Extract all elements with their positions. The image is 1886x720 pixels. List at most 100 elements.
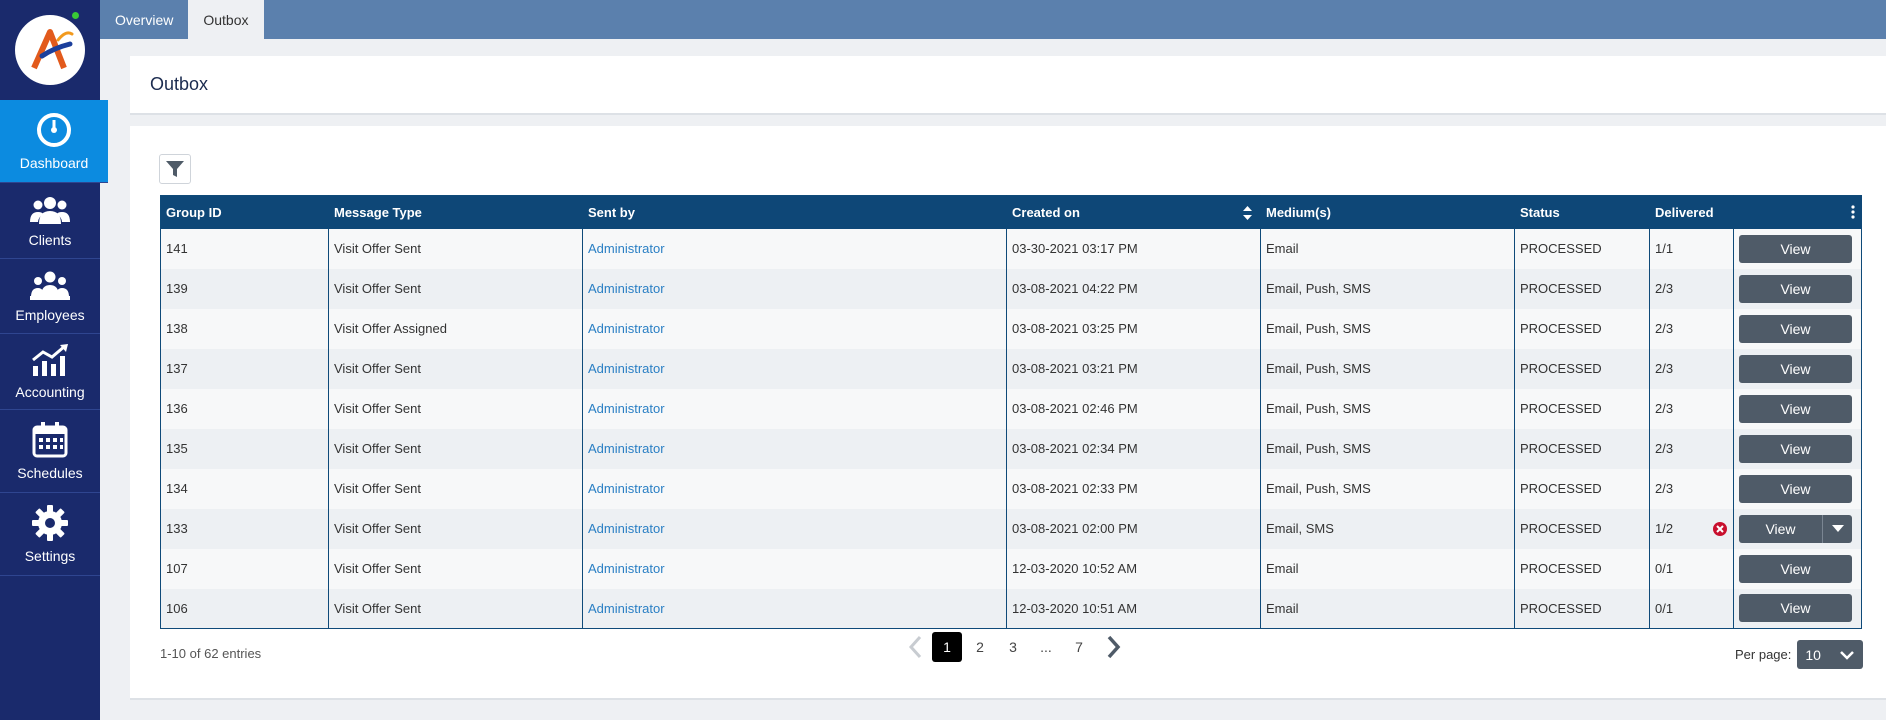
cell-created-on: 03-08-2021 02:34 PM	[1006, 428, 1261, 469]
cell-mediums: Email, Push, SMS	[1260, 388, 1515, 429]
sidebar-item-settings[interactable]: Settings	[0, 493, 100, 576]
per-page-select[interactable]: 10	[1797, 640, 1864, 669]
sent-by-link[interactable]: Administrator	[588, 521, 665, 536]
delivered-value: 2/3	[1655, 441, 1674, 456]
sent-by-link[interactable]: Administrator	[588, 561, 665, 576]
cell-created-on: 12-03-2020 10:52 AM	[1006, 548, 1261, 589]
cell-message-type: Visit Offer Sent	[328, 228, 583, 269]
cell-message-type: Visit Offer Sent	[328, 348, 583, 389]
cell-mediums: Email	[1260, 228, 1515, 269]
caret-down-icon	[1831, 524, 1844, 532]
sidebar-item-schedules[interactable]: Schedules	[0, 410, 100, 493]
tab-overview[interactable]: Overview	[100, 0, 188, 39]
logo-icon	[31, 29, 74, 70]
cell-sent-by: Administrator	[582, 268, 1007, 309]
view-button[interactable]: View	[1739, 394, 1852, 423]
cell-created-on: 03-08-2021 04:22 PM	[1006, 268, 1261, 309]
view-button[interactable]: View	[1739, 274, 1852, 303]
cell-mediums: Email	[1260, 548, 1515, 589]
page-button-7[interactable]: 7	[1064, 632, 1094, 662]
col-header-delivered[interactable]: Delivered	[1649, 195, 1734, 229]
col-header-message-type[interactable]: Message Type	[328, 195, 583, 229]
sent-by-link[interactable]: Administrator	[588, 281, 665, 296]
prev-page-button[interactable]	[898, 632, 932, 662]
col-header-actions	[1733, 195, 1862, 229]
sidebar-item-employees[interactable]: Employees	[0, 259, 100, 334]
row-actions: View	[1733, 308, 1862, 349]
cell-status: PROCESSED	[1514, 508, 1650, 549]
sent-by-link[interactable]: Administrator	[588, 441, 665, 456]
cell-delivered: 1/2	[1649, 508, 1734, 549]
sent-by-link[interactable]: Administrator	[588, 401, 665, 416]
page-button-3[interactable]: 3	[998, 632, 1028, 662]
table-row: 106 Visit Offer Sent Administrator 12-03-20…	[160, 588, 1862, 629]
cell-status: PROCESSED	[1514, 228, 1650, 269]
sidebar-item-clients[interactable]: Clients	[0, 183, 100, 259]
cell-sent-by: Administrator	[582, 308, 1007, 349]
cell-created-on: 12-03-2020 10:51 AM	[1006, 588, 1261, 629]
per-page-value: 10	[1805, 646, 1821, 663]
view-button[interactable]: View	[1739, 314, 1852, 343]
col-header-mediums[interactable]: Medium(s)	[1260, 195, 1515, 229]
page-button-2[interactable]: 2	[965, 632, 995, 662]
view-button[interactable]: View	[1739, 594, 1852, 623]
sort-icon[interactable]	[1243, 206, 1252, 220]
outbox-table: Group ID Message Type Sent by Created on…	[160, 195, 1862, 629]
error-icon[interactable]	[1713, 521, 1727, 536]
cell-created-on: 03-08-2021 02:46 PM	[1006, 388, 1261, 429]
cell-mediums: Email, Push, SMS	[1260, 468, 1515, 509]
cell-created-on: 03-08-2021 03:21 PM	[1006, 348, 1261, 389]
per-page-control: Per page: 10	[1735, 640, 1864, 669]
col-header-group-id[interactable]: Group ID	[160, 195, 329, 229]
sent-by-link[interactable]: Administrator	[588, 601, 665, 616]
view-button[interactable]: View	[1739, 354, 1852, 383]
page-button-1[interactable]: 1	[932, 632, 962, 662]
col-header-status[interactable]: Status	[1514, 195, 1650, 229]
table-row: 107 Visit Offer Sent Administrator 12-03-20…	[160, 548, 1862, 589]
cell-created-on: 03-30-2021 03:17 PM	[1006, 228, 1261, 269]
cell-message-type: Visit Offer Sent	[328, 388, 583, 429]
cell-mediums: Email, Push, SMS	[1260, 348, 1515, 389]
col-header-sent-by[interactable]: Sent by	[582, 195, 1007, 229]
cell-mediums: Email, Push, SMS	[1260, 268, 1515, 309]
sent-by-link[interactable]: Administrator	[588, 481, 665, 496]
view-button[interactable]: View	[1739, 514, 1823, 543]
app-logo[interactable]	[15, 15, 85, 85]
view-button[interactable]: View	[1739, 234, 1852, 263]
sent-by-link[interactable]: Administrator	[588, 321, 665, 336]
delivered-value: 2/3	[1655, 361, 1674, 376]
delivered-value: 1/1	[1655, 241, 1674, 256]
cell-delivered: 2/3	[1649, 388, 1734, 429]
view-dropdown-toggle[interactable]	[1823, 514, 1852, 543]
sent-by-link[interactable]: Administrator	[588, 361, 665, 376]
delivered-value: 2/3	[1655, 401, 1674, 416]
cell-group-id: 138	[160, 308, 329, 349]
view-button[interactable]: View	[1739, 474, 1852, 503]
cell-status: PROCESSED	[1514, 268, 1650, 309]
cell-message-type: Visit Offer Assigned	[328, 308, 583, 349]
sent-by-link[interactable]: Administrator	[588, 241, 665, 256]
cell-status: PROCESSED	[1514, 308, 1650, 349]
delivered-value: 2/3	[1655, 481, 1674, 496]
kebab-menu-icon[interactable]	[1851, 205, 1855, 219]
per-page-label: Per page:	[1735, 647, 1792, 662]
page-ellipsis: ...	[1040, 639, 1052, 655]
table-row: 139 Visit Offer Sent Administrator 03-08-20…	[160, 268, 1862, 309]
row-actions: View	[1733, 268, 1862, 309]
table-row: 141 Visit Offer Sent Administrator 03-30-20…	[160, 228, 1862, 269]
cell-group-id: 135	[160, 428, 329, 469]
delivered-value: 2/3	[1655, 321, 1674, 336]
next-page-button[interactable]	[1097, 632, 1131, 662]
tab-outbox[interactable]: Outbox	[188, 0, 264, 39]
view-button[interactable]: View	[1739, 434, 1852, 463]
filter-button[interactable]	[159, 154, 191, 184]
gear-icon	[32, 505, 68, 541]
col-header-created-on[interactable]: Created on	[1006, 195, 1261, 229]
sidebar-item-accounting[interactable]: Accounting	[0, 334, 100, 410]
page-header: Outbox	[130, 56, 1886, 115]
sidebar-item-dashboard[interactable]: Dashboard	[0, 100, 108, 183]
entries-count: 1-10 of 62 entries	[160, 646, 262, 661]
cell-message-type: Visit Offer Sent	[328, 268, 583, 309]
view-button[interactable]: View	[1739, 554, 1852, 583]
gauge-icon	[37, 113, 71, 147]
